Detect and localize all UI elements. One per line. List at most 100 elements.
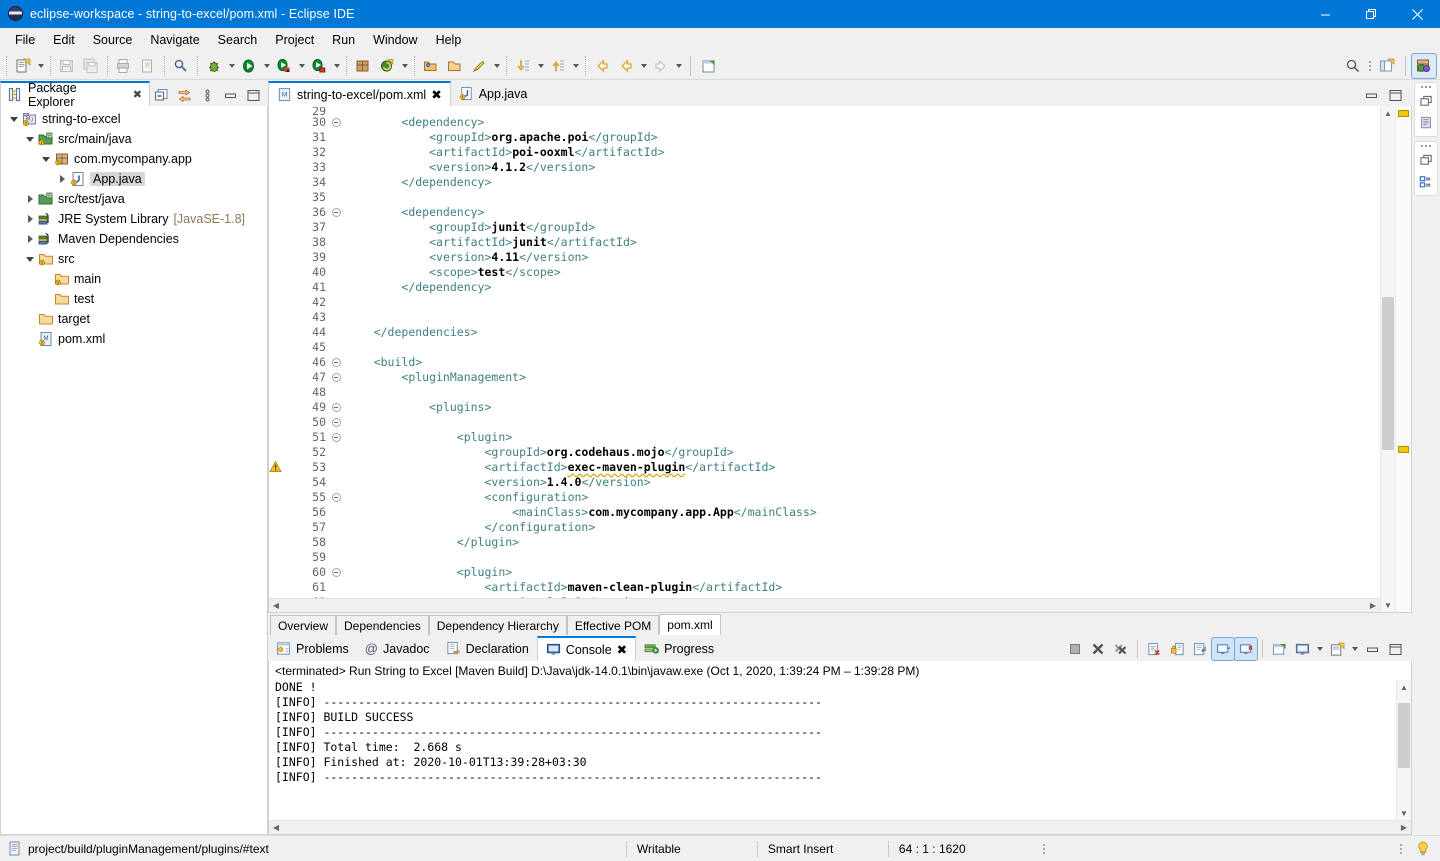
link-with-editor-icon[interactable] <box>173 84 195 106</box>
code-area[interactable]: 29 30 31 32 33 34 35 36 37 38 39 40 41 42 43 44 45 46 47 48… <box>269 106 1380 612</box>
scroll-track[interactable] <box>1397 694 1411 806</box>
code-line[interactable]: <version>4.1.2</version> <box>342 160 1380 175</box>
display-selected-console-icon[interactable] <box>1291 638 1313 660</box>
scroll-right-arrow[interactable]: ▶ <box>1366 601 1380 610</box>
tree-item-test[interactable]: test <box>1 289 267 309</box>
debug-dropdown-arrow[interactable] <box>226 54 237 78</box>
chevron-right-icon[interactable] <box>55 171 69 187</box>
scroll-down-arrow[interactable]: ▼ <box>1397 806 1411 820</box>
view-menu-icon[interactable] <box>196 84 218 106</box>
menu-project[interactable]: Project <box>266 30 323 50</box>
warning-marker[interactable] <box>1398 446 1409 453</box>
code-line[interactable]: <configuration> <box>342 490 1380 505</box>
code-line[interactable]: <version>4.11</version> <box>342 250 1380 265</box>
collapse-all-icon[interactable] <box>150 84 172 106</box>
code-line[interactable]: <dependency> <box>342 205 1380 220</box>
tab-problems[interactable]: Problems <box>268 636 357 661</box>
tree-item-app-java[interactable]: App.java <box>1 169 267 189</box>
maximize-icon[interactable] <box>1384 638 1406 660</box>
minimize-icon[interactable] <box>1361 638 1383 660</box>
run-icon[interactable] <box>237 54 261 78</box>
open-console-icon[interactable] <box>1326 638 1348 660</box>
code-line[interactable] <box>342 550 1380 565</box>
drag-handle[interactable] <box>1421 86 1431 88</box>
tab-pom-xml[interactable]: M string-to-excel/pom.xml ✖ <box>268 81 451 106</box>
profile-icon[interactable] <box>307 54 331 78</box>
menu-edit[interactable]: Edit <box>44 30 84 50</box>
tree-item-target[interactable]: target <box>1 309 267 329</box>
code-line[interactable]: </dependencies> <box>342 325 1380 340</box>
fold-collapse-icon[interactable] <box>330 490 342 505</box>
scroll-lock-icon[interactable] <box>1166 638 1188 660</box>
scroll-right-arrow[interactable]: ▶ <box>1397 823 1411 832</box>
tab-overview[interactable]: Overview <box>270 615 337 635</box>
status-tip[interactable] <box>1406 836 1440 861</box>
code-line[interactable]: <artifactId>poi-ooxml</artifactId> <box>342 145 1380 160</box>
tree-item-jre-system-library[interactable]: JRE System Library [JavaSE-1.8] <box>1 209 267 229</box>
clear-console-icon[interactable] <box>1143 638 1165 660</box>
tab-progress[interactable]: Progress <box>636 636 722 661</box>
display-selected-console-dropdown-arrow[interactable] <box>1314 637 1325 661</box>
fold-collapse-icon[interactable] <box>330 430 342 445</box>
minimize-icon[interactable] <box>219 84 241 106</box>
search-marker-dropdown-arrow[interactable] <box>491 54 502 78</box>
debug-icon[interactable] <box>202 54 226 78</box>
pin-console-icon[interactable] <box>1268 638 1290 660</box>
search-marker-icon[interactable] <box>467 54 491 78</box>
console-horizontal-scrollbar[interactable]: ◀ ▶ <box>269 820 1411 834</box>
code-line[interactable] <box>342 190 1380 205</box>
warning-marker[interactable] <box>1398 110 1409 117</box>
code-line[interactable] <box>342 385 1380 400</box>
warning-marker-icon[interactable] <box>269 460 286 475</box>
fold-collapse-icon[interactable] <box>330 205 342 220</box>
code-line[interactable]: <artifactId>junit</artifactId> <box>342 235 1380 250</box>
forward-history-icon[interactable] <box>614 54 638 78</box>
next-annotation-icon[interactable] <box>511 54 535 78</box>
restore-button[interactable] <box>1348 0 1394 28</box>
code-line[interactable]: <artifactId>maven-clean-plugin</artifact… <box>342 580 1380 595</box>
code-line[interactable]: <scope>test</scope> <box>342 265 1380 280</box>
hierarchy-view-icon[interactable] <box>1417 173 1435 191</box>
tab-effective-pom[interactable]: Effective POM <box>566 615 660 635</box>
fold-collapse-icon[interactable] <box>330 400 342 415</box>
tree-item-src[interactable]: src <box>1 249 267 269</box>
code-line[interactable]: <version>1.4.0</version> <box>342 475 1380 490</box>
code-line[interactable]: <pluginManagement> <box>342 370 1380 385</box>
tree-item-main[interactable]: main <box>1 269 267 289</box>
remove-launch-icon[interactable] <box>1087 638 1109 660</box>
chevron-right-icon[interactable] <box>23 211 37 227</box>
next-annotation-dropdown-arrow[interactable] <box>535 54 546 78</box>
code-line[interactable]: <version>3.1.0</version> <box>342 595 1380 598</box>
scroll-up-arrow[interactable]: ▲ <box>1397 680 1411 694</box>
run-dropdown-arrow[interactable] <box>261 54 272 78</box>
menu-source[interactable]: Source <box>84 30 142 50</box>
pin-editor-icon[interactable] <box>697 54 721 78</box>
show-console-on-error-icon[interactable] <box>1234 637 1258 661</box>
word-wrap-icon[interactable] <box>1189 638 1211 660</box>
scroll-thumb[interactable] <box>1382 296 1394 450</box>
close-icon[interactable]: ✖ <box>617 642 627 657</box>
scroll-left-arrow[interactable]: ◀ <box>269 601 283 610</box>
scroll-track[interactable] <box>283 821 1397 834</box>
close-button[interactable] <box>1394 0 1440 28</box>
menu-run[interactable]: Run <box>323 30 364 50</box>
lightbulb-icon[interactable] <box>1416 841 1430 857</box>
menu-search[interactable]: Search <box>209 30 267 50</box>
editor-horizontal-scrollbar[interactable]: ◀ ▶ <box>269 598 1380 612</box>
new-class-icon[interactable] <box>375 54 399 78</box>
tree-item-string-to-excel[interactable]: M J string-to-excel <box>1 109 267 129</box>
chevron-down-icon[interactable] <box>23 131 37 147</box>
editor-vertical-scrollbar[interactable]: ▲ ▼ <box>1380 106 1395 612</box>
tab-package-explorer[interactable]: Package Explorer ✖ <box>0 81 150 109</box>
code-line[interactable]: <plugin> <box>342 565 1380 580</box>
back-icon[interactable] <box>590 54 614 78</box>
tree-item-com-mycompany-app[interactable]: com.mycompany.app <box>1 149 267 169</box>
chevron-down-icon[interactable] <box>39 151 53 167</box>
tab-app-java[interactable]: App.java <box>450 81 536 106</box>
close-icon[interactable]: ✖ <box>133 88 142 101</box>
maximize-icon[interactable] <box>1384 84 1406 106</box>
code-line[interactable]: <groupId>org.codehaus.mojo</groupId> <box>342 445 1380 460</box>
chevron-down-icon[interactable] <box>23 251 37 267</box>
open-task-icon[interactable] <box>443 54 467 78</box>
chevron-right-icon[interactable] <box>23 191 37 207</box>
